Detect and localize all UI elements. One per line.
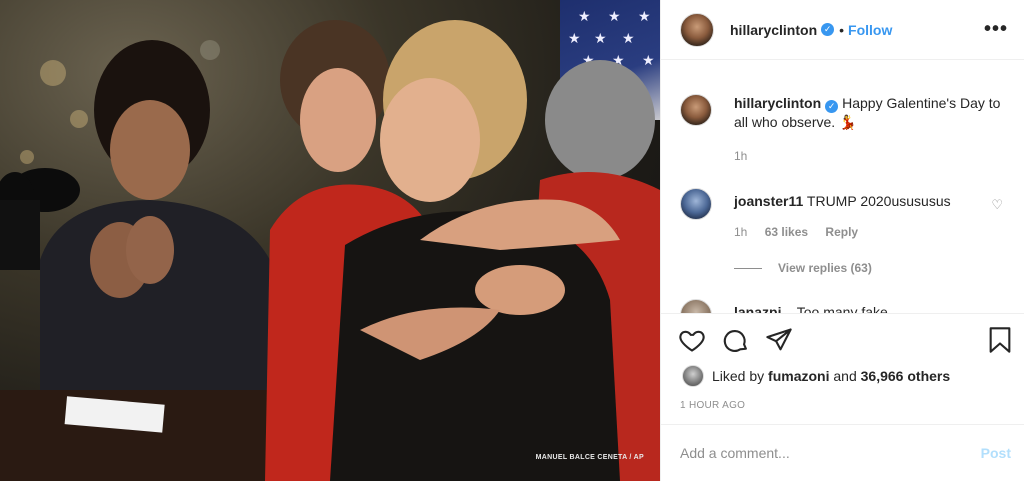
comment-item: joanster11 TRUMP 2020usususus bbox=[680, 188, 1010, 220]
photo-illustration bbox=[0, 20, 660, 481]
comment-avatar[interactable] bbox=[680, 188, 712, 220]
comment-avatar[interactable] bbox=[680, 299, 712, 313]
action-bar bbox=[661, 313, 1024, 366]
caption: hillaryclinton ✓ Happy Galentine's Day to … bbox=[680, 94, 1010, 131]
replies-line bbox=[734, 267, 762, 269]
comment-text: TRUMP 2020usususus bbox=[806, 193, 951, 209]
add-comment-bar: Post bbox=[661, 424, 1024, 481]
share-icon[interactable] bbox=[765, 326, 793, 359]
comment-reply-button[interactable]: Reply bbox=[825, 225, 858, 239]
verified-icon: ✓ bbox=[821, 23, 835, 36]
bookmark-icon[interactable] bbox=[987, 326, 1013, 359]
comment-likes[interactable]: 63 likes bbox=[765, 225, 808, 239]
likes-others[interactable]: 36,966 others bbox=[861, 368, 951, 384]
liker-avatar[interactable] bbox=[682, 365, 704, 387]
post-photo[interactable]: ★ ★ ★ ★ ★ ★ ★ ★ ★ MANUEL BALCE CENETA / … bbox=[0, 0, 660, 481]
post-timestamp[interactable]: 1 HOUR AGO bbox=[680, 400, 745, 411]
view-replies[interactable]: View replies (63) bbox=[734, 261, 872, 275]
author-username[interactable]: hillaryclinton bbox=[730, 22, 817, 38]
likes-middle: and bbox=[833, 368, 857, 384]
comment-time: 1h bbox=[734, 225, 748, 239]
comment-username[interactable]: joanster11 bbox=[734, 193, 803, 209]
post-comment-button[interactable]: Post bbox=[981, 445, 1011, 461]
likes-summary: Liked by fumazoni and 36,966 others bbox=[682, 365, 950, 387]
comment-icon[interactable] bbox=[722, 326, 750, 359]
post-panel: hillaryclinton ✓ • Follow ••• hillarycli… bbox=[660, 0, 1024, 481]
comment-meta: 1h 63 likes Reply bbox=[734, 225, 858, 239]
more-options-icon[interactable]: ••• bbox=[984, 18, 1008, 41]
photo-credit: MANUEL BALCE CENETA / AP bbox=[535, 454, 644, 461]
separator-dot: • bbox=[839, 21, 845, 38]
follow-button[interactable]: Follow bbox=[848, 22, 892, 38]
view-replies-label[interactable]: View replies (63) bbox=[778, 261, 872, 275]
caption-username[interactable]: hillaryclinton bbox=[734, 95, 821, 111]
comment-like-heart-icon[interactable]: ♡ bbox=[991, 197, 1003, 213]
heart-icon[interactable] bbox=[678, 326, 706, 359]
caption-time: 1h bbox=[734, 149, 748, 163]
verified-icon: ✓ bbox=[825, 100, 839, 113]
comment-text: Too many fake... bbox=[796, 304, 900, 313]
liker-username[interactable]: fumazoni bbox=[768, 368, 829, 384]
caption-avatar[interactable] bbox=[680, 94, 712, 126]
comment-item: lanazpi... Too many fake... bbox=[680, 299, 1010, 313]
post-header: hillaryclinton ✓ • Follow ••• bbox=[661, 0, 1024, 60]
comment-username[interactable]: lanazpi... bbox=[734, 304, 793, 313]
likes-prefix: Liked by bbox=[712, 368, 765, 384]
comment-input[interactable] bbox=[680, 445, 981, 461]
author-avatar[interactable] bbox=[680, 12, 714, 47]
comments-list[interactable]: hillaryclinton ✓ Happy Galentine's Day to … bbox=[661, 61, 1024, 313]
